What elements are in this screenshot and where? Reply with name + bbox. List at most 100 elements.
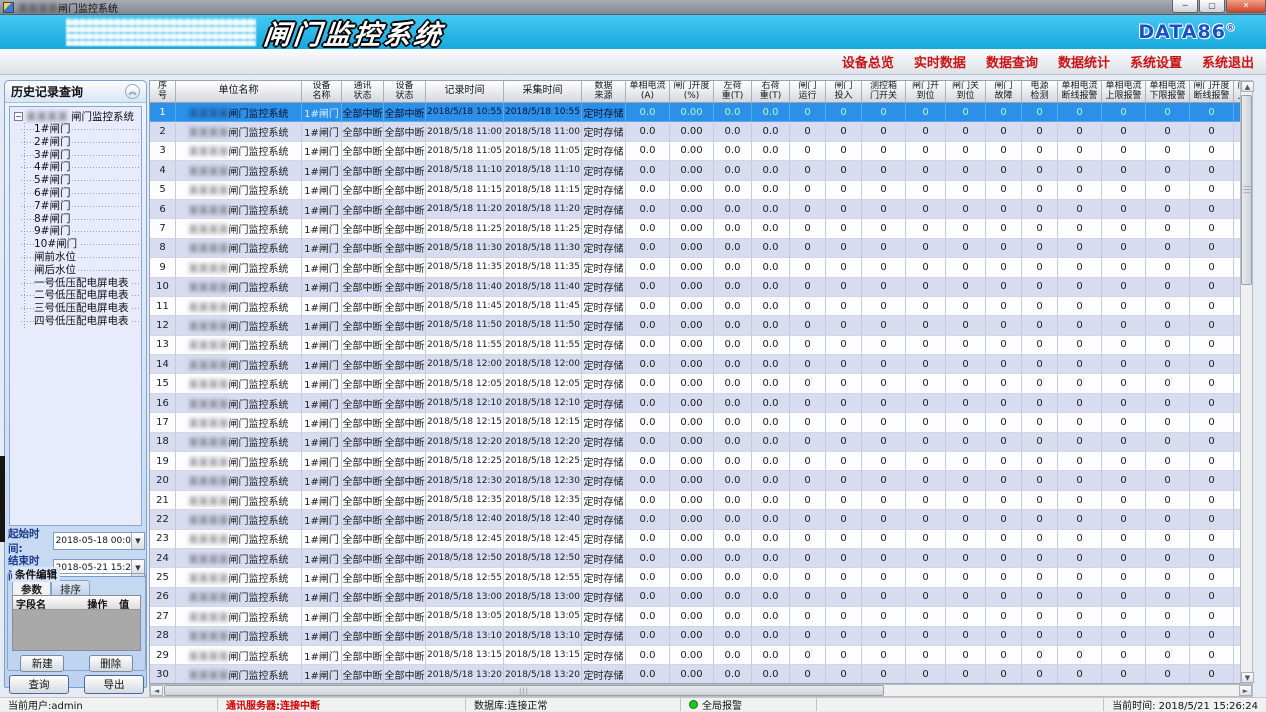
- column-header[interactable]: 数据 来源: [582, 81, 626, 103]
- column-header[interactable]: 记录时间: [426, 81, 504, 103]
- tab-parameters[interactable]: 参数: [12, 580, 51, 595]
- menu-system-settings[interactable]: 系统设置: [1130, 52, 1182, 71]
- column-header[interactable]: 设备 名称: [302, 81, 342, 103]
- export-button[interactable]: 导出: [84, 675, 144, 694]
- tree-item[interactable]: 3#闸门: [20, 149, 141, 162]
- new-condition-button[interactable]: 新建: [20, 655, 64, 672]
- column-header[interactable]: 单相电流 下限报警: [1146, 81, 1190, 103]
- column-header[interactable]: 闸门关 到位: [946, 81, 986, 103]
- menu-data-statistics[interactable]: 数据统计: [1058, 52, 1110, 71]
- column-header[interactable]: 闸门 投入: [826, 81, 862, 103]
- column-header[interactable]: 单相电流 (A): [626, 81, 670, 103]
- column-header[interactable]: 测控箱 门开关: [862, 81, 906, 103]
- tree-item[interactable]: 一号低压配电屏电表: [20, 277, 141, 290]
- tree-item[interactable]: 9#闸门: [20, 225, 141, 238]
- table-row[interactable]: 9某某某某闸门监控系统1#闸门全部中断全部中断2018/5/18 11:3520…: [150, 258, 1240, 277]
- column-header[interactable]: 单相电流 断线报警: [1058, 81, 1102, 103]
- tree-item[interactable]: 闸前水位: [20, 251, 141, 264]
- table-row[interactable]: 7某某某某闸门监控系统1#闸门全部中断全部中断2018/5/18 11:2520…: [150, 219, 1240, 238]
- tree-item[interactable]: 10#闸门: [20, 238, 141, 251]
- table-row[interactable]: 28某某某某闸门监控系统1#闸门全部中断全部中断2018/5/18 13:102…: [150, 627, 1240, 646]
- minimize-button[interactable]: ─: [1172, 0, 1198, 13]
- menu-system-exit[interactable]: 系统退出: [1202, 52, 1254, 71]
- tree-item[interactable]: 二号低压配电屏电表: [20, 289, 141, 302]
- table-row[interactable]: 6某某某某闸门监控系统1#闸门全部中断全部中断2018/5/18 11:2020…: [150, 200, 1240, 219]
- column-header[interactable]: 单位名称: [176, 81, 302, 103]
- table-row[interactable]: 21某某某某闸门监控系统1#闸门全部中断全部中断2018/5/18 12:352…: [150, 491, 1240, 510]
- table-row[interactable]: 29某某某某闸门监控系统1#闸门全部中断全部中断2018/5/18 13:152…: [150, 646, 1240, 665]
- column-header[interactable]: 闸门开 到位: [906, 81, 946, 103]
- tree-item[interactable]: 四号低压配电屏电表: [20, 315, 141, 328]
- table-row[interactable]: 16某某某某闸门监控系统1#闸门全部中断全部中断2018/5/18 12:102…: [150, 394, 1240, 413]
- table-row[interactable]: 10某某某某闸门监控系统1#闸门全部中断全部中断2018/5/18 11:402…: [150, 278, 1240, 297]
- table-row[interactable]: 18某某某某闸门监控系统1#闸门全部中断全部中断2018/5/18 12:202…: [150, 433, 1240, 452]
- column-header[interactable]: 闸门 故障: [986, 81, 1022, 103]
- tab-sort[interactable]: 排序: [51, 580, 90, 595]
- query-button[interactable]: 查询: [9, 675, 69, 694]
- table-row[interactable]: 30某某某某闸门监控系统1#闸门全部中断全部中断2018/5/18 13:202…: [150, 665, 1240, 684]
- start-time-dropdown-icon[interactable]: ▼: [131, 533, 144, 549]
- table-row[interactable]: 20某某某某闸门监控系统1#闸门全部中断全部中断2018/5/18 12:302…: [150, 471, 1240, 490]
- cell: 2018/5/18 11:10: [504, 161, 582, 180]
- table-row[interactable]: 11某某某某闸门监控系统1#闸门全部中断全部中断2018/5/18 11:452…: [150, 297, 1240, 316]
- tree-item[interactable]: 2#闸门: [20, 136, 141, 149]
- table-row[interactable]: 19某某某某闸门监控系统1#闸门全部中断全部中断2018/5/18 12:252…: [150, 452, 1240, 471]
- collapse-panel-icon[interactable]: ︽: [125, 84, 140, 99]
- delete-condition-button[interactable]: 删除: [89, 655, 133, 672]
- table-row[interactable]: 8某某某某闸门监控系统1#闸门全部中断全部中断2018/5/18 11:3020…: [150, 239, 1240, 258]
- close-button[interactable]: ✕: [1226, 0, 1266, 13]
- table-row[interactable]: 5某某某某闸门监控系统1#闸门全部中断全部中断2018/5/18 11:1520…: [150, 181, 1240, 200]
- tree-item[interactable]: 7#闸门: [20, 200, 141, 213]
- column-header[interactable]: 设备 状态: [384, 81, 426, 103]
- column-header[interactable]: 电源 检测: [1022, 81, 1058, 103]
- column-header[interactable]: 闸门开度 断线报警: [1190, 81, 1234, 103]
- horizontal-scrollbar-thumb[interactable]: |||: [164, 685, 884, 696]
- table-row[interactable]: 17某某某某闸门监控系统1#闸门全部中断全部中断2018/5/18 12:152…: [150, 413, 1240, 432]
- vertical-scrollbar-thumb[interactable]: |||: [1241, 95, 1252, 285]
- scroll-down-icon[interactable]: ▼: [1241, 672, 1254, 683]
- table-row[interactable]: 27某某某某闸门监控系统1#闸门全部中断全部中断2018/5/18 13:052…: [150, 607, 1240, 626]
- tree-item[interactable]: 1#闸门: [20, 123, 141, 136]
- column-header[interactable]: 序 号: [150, 81, 176, 103]
- cell: 0: [1190, 258, 1234, 277]
- table-row[interactable]: 12某某某某闸门监控系统1#闸门全部中断全部中断2018/5/18 11:502…: [150, 316, 1240, 335]
- start-time-picker[interactable]: 2018-05-18 00:0 ▼: [53, 532, 145, 550]
- table-row[interactable]: 24某某某某闸门监控系统1#闸门全部中断全部中断2018/5/18 12:502…: [150, 549, 1240, 568]
- column-header[interactable]: 闸门 运行: [790, 81, 826, 103]
- menu-realtime-data[interactable]: 实时数据: [914, 52, 966, 71]
- scroll-left-icon[interactable]: ◄: [150, 685, 163, 696]
- tree-item[interactable]: 5#闸门: [20, 174, 141, 187]
- tree-root-node[interactable]: − 某某某某 闸门监控系统: [14, 110, 141, 123]
- table-row[interactable]: 13某某某某闸门监控系统1#闸门全部中断全部中断2018/5/18 11:552…: [150, 336, 1240, 355]
- table-row[interactable]: 14某某某某闸门监控系统1#闸门全部中断全部中断2018/5/18 12:002…: [150, 355, 1240, 374]
- horizontal-scrollbar[interactable]: ◄ ||| ►: [149, 684, 1253, 697]
- menu-device-overview[interactable]: 设备总览: [842, 52, 894, 71]
- table-row[interactable]: 3某某某某闸门监控系统1#闸门全部中断全部中断2018/5/18 11:0520…: [150, 142, 1240, 161]
- tree-collapse-icon[interactable]: −: [14, 112, 23, 121]
- column-header[interactable]: 通讯 状态: [342, 81, 384, 103]
- menu-data-query[interactable]: 数据查询: [986, 52, 1038, 71]
- column-header[interactable]: 单相电流 上限报警: [1102, 81, 1146, 103]
- tree-item[interactable]: 8#闸门: [20, 213, 141, 226]
- table-row[interactable]: 2某某某某闸门监控系统1#闸门全部中断全部中断2018/5/18 11:0020…: [150, 122, 1240, 141]
- table-row[interactable]: 23某某某某闸门监控系统1#闸门全部中断全部中断2018/5/18 12:452…: [150, 530, 1240, 549]
- column-header[interactable]: 右荷 重(T): [752, 81, 790, 103]
- tree-item[interactable]: 三号低压配电屏电表: [20, 302, 141, 315]
- scroll-right-icon[interactable]: ►: [1239, 685, 1252, 696]
- table-row[interactable]: 25某某某某闸门监控系统1#闸门全部中断全部中断2018/5/18 12:552…: [150, 568, 1240, 587]
- table-row[interactable]: 15某某某某闸门监控系统1#闸门全部中断全部中断2018/5/18 12:052…: [150, 374, 1240, 393]
- tree-item[interactable]: 4#闸门: [20, 161, 141, 174]
- vertical-scrollbar[interactable]: ▲ ||| ▼: [1240, 80, 1253, 684]
- table-row[interactable]: 26某某某某闸门监控系统1#闸门全部中断全部中断2018/5/18 13:002…: [150, 588, 1240, 607]
- column-header[interactable]: 闸门开度 (%): [670, 81, 714, 103]
- column-header[interactable]: 左荷 重(T): [714, 81, 752, 103]
- table-row[interactable]: 4某某某某闸门监控系统1#闸门全部中断全部中断2018/5/18 11:1020…: [150, 161, 1240, 180]
- scroll-up-icon[interactable]: ▲: [1241, 81, 1254, 92]
- table-row[interactable]: 1某某某某闸门监控系统1#闸门全部中断全部中断2018/5/18 10:5520…: [150, 103, 1240, 122]
- column-header[interactable]: 采集时间: [504, 81, 582, 103]
- table-row[interactable]: 22某某某某闸门监控系统1#闸门全部中断全部中断2018/5/18 12:402…: [150, 510, 1240, 529]
- tree-item[interactable]: 闸后水位: [20, 264, 141, 277]
- tree-item[interactable]: 6#闸门: [20, 187, 141, 200]
- maximize-button[interactable]: ▢: [1199, 0, 1225, 13]
- condition-list[interactable]: 字段名 操作 值: [12, 595, 141, 651]
